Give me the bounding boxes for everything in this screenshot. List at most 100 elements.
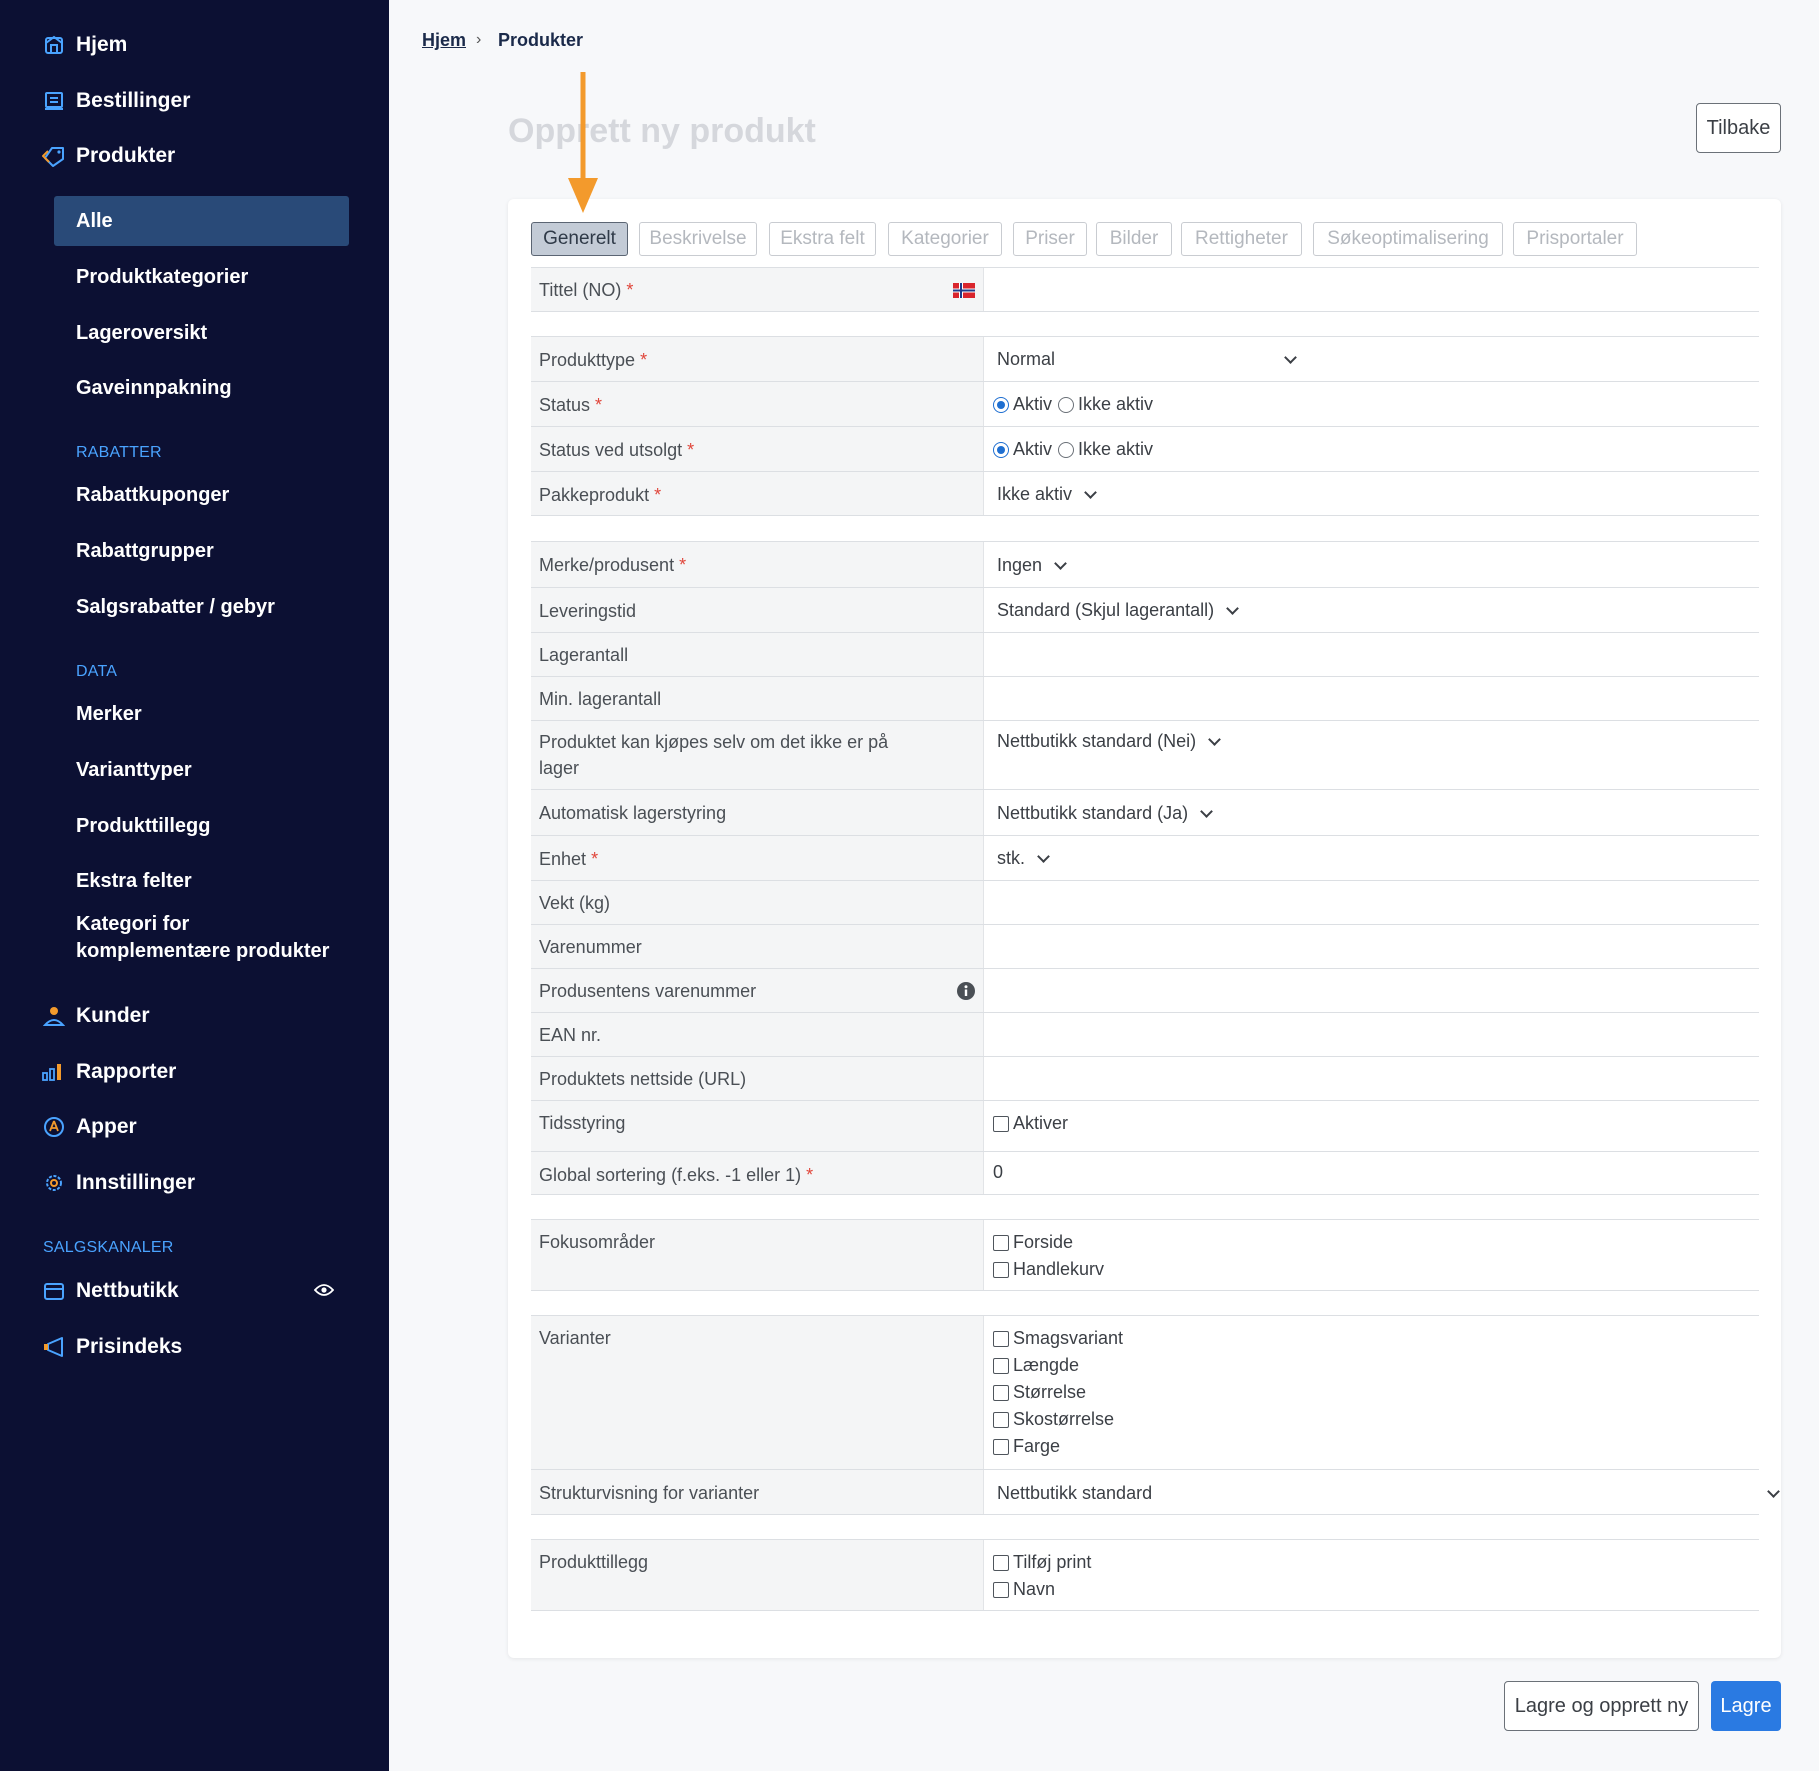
flag-norway-icon[interactable] <box>953 283 975 298</box>
title-input[interactable] <box>995 268 1759 312</box>
nav-bestillinger[interactable]: Bestillinger <box>0 86 389 116</box>
row-label-cell: Merke/produsent * <box>531 542 984 587</box>
vekt-input[interactable] <box>995 881 1759 924</box>
save-and-create-new-button[interactable]: Lagre og opprett ny <box>1504 1681 1699 1731</box>
ean-input[interactable] <box>995 1013 1759 1056</box>
nav-hjem[interactable]: Hjem <box>0 30 389 60</box>
tidsstyring-checkbox[interactable] <box>993 1115 1009 1132</box>
utsolgt-aktiv-radio[interactable] <box>993 441 1009 458</box>
tab-rettigheter[interactable]: Rettigheter <box>1181 222 1302 256</box>
nav-apper[interactable]: Apper <box>0 1112 389 1142</box>
eye-icon[interactable] <box>313 1279 335 1303</box>
save-button[interactable]: Lagre <box>1711 1681 1781 1731</box>
checkbox[interactable] <box>993 1330 1009 1347</box>
chevron-down-icon <box>1226 601 1239 615</box>
nav-sub-rabattgrupper[interactable]: Rabattgrupper <box>76 540 214 563</box>
variant-option-farge[interactable]: Farge <box>993 1436 1060 1457</box>
checkbox-label: Smagsvariant <box>1013 1328 1124 1348</box>
produsentens-varenummer-input[interactable] <box>995 969 1759 1012</box>
tab-generelt[interactable]: Generelt <box>531 222 628 256</box>
utsolgt-ikke-aktiv-radio[interactable] <box>1058 441 1075 458</box>
chevron-down-icon <box>1054 556 1067 570</box>
nav-produkter[interactable]: Produkter <box>0 141 389 171</box>
merke-select[interactable]: Ingen <box>997 555 1067 576</box>
min-lagerantall-input[interactable] <box>995 677 1759 720</box>
fokus-option-forside[interactable]: Forside <box>993 1232 1073 1253</box>
row-leveringstid: Leveringstid Standard (Skjul lagerantall… <box>531 587 1759 632</box>
checkbox[interactable] <box>993 1581 1009 1598</box>
varenummer-input[interactable] <box>995 925 1759 968</box>
tab-prisportaler[interactable]: Prisportaler <box>1513 222 1637 256</box>
nav-sub-kategori-komplementaere[interactable]: Kategori for komplementære produkter <box>76 913 329 963</box>
variant-option-skostorrelse[interactable]: Skostørrelse <box>993 1409 1114 1430</box>
field-label: Fokusområder <box>539 1232 656 1252</box>
checkbox[interactable] <box>993 1438 1009 1455</box>
kjopes-select[interactable]: Nettbutikk standard (Nei) <box>997 731 1221 752</box>
variant-option-smagsvariant[interactable]: Smagsvariant <box>993 1328 1123 1349</box>
row-produkttype: Produkttype * Normal <box>531 336 1759 381</box>
home-icon <box>42 33 66 57</box>
breadcrumb-home[interactable]: Hjem <box>422 30 466 51</box>
nav-label: Innstillinger <box>76 1171 196 1194</box>
info-icon[interactable] <box>956 981 976 1006</box>
checkbox[interactable] <box>993 1384 1009 1401</box>
section-data: DATA <box>76 663 118 680</box>
nav-sub-alle[interactable]: Alle <box>76 210 113 233</box>
nav-innstillinger[interactable]: Innstillinger <box>0 1168 389 1198</box>
arrow-down-icon <box>568 72 598 213</box>
tillegg-option-print[interactable]: Tilføj print <box>993 1552 1091 1573</box>
lagerantall-input[interactable] <box>995 633 1759 676</box>
auto-lagerstyring-select[interactable]: Nettbutikk standard (Ja) <box>997 803 1213 824</box>
tidsstyring-option[interactable]: Aktiver <box>993 1113 1068 1134</box>
status-ikke-aktiv-radio[interactable] <box>1058 396 1075 413</box>
row-global-sortering: Global sortering (f.eks. -1 eller 1) * 0 <box>531 1151 1759 1195</box>
row-label-cell: Status ved utsolgt * <box>531 427 984 471</box>
nav-sub-gaveinnpakning[interactable]: Gaveinnpakning <box>76 377 232 400</box>
checkbox-label: Tilføj print <box>1013 1552 1092 1572</box>
nav-sub-rabattkuponger[interactable]: Rabattkuponger <box>76 484 229 507</box>
nav-sub-merker[interactable]: Merker <box>76 703 142 726</box>
tab-kategorier[interactable]: Kategorier <box>888 222 1002 256</box>
checkbox[interactable] <box>993 1357 1009 1374</box>
fokus-option-handlekurv[interactable]: Handlekurv <box>993 1259 1104 1280</box>
checkbox-label: Handlekurv <box>1013 1259 1105 1279</box>
nav-sub-varianttyper[interactable]: Varianttyper <box>76 759 192 782</box>
nav-sub-ekstra-felter[interactable]: Ekstra felter <box>76 870 192 893</box>
row-kjopes-uten-lager: Produktet kan kjøpes selv om det ikke er… <box>531 720 1759 789</box>
row-status-utsolgt: Status ved utsolgt * Aktiv Ikke aktiv <box>531 426 1759 471</box>
nav-nettbutikk[interactable]: Nettbutikk <box>0 1276 389 1306</box>
checkbox[interactable] <box>993 1234 1009 1251</box>
produkttype-select[interactable]: Normal <box>997 349 1299 370</box>
tab-sokeoptimalisering[interactable]: Søkeoptimalisering <box>1313 222 1503 256</box>
checkbox[interactable] <box>993 1554 1009 1571</box>
tab-beskrivelse[interactable]: Beskrivelse <box>639 222 757 256</box>
tab-priser[interactable]: Priser <box>1013 222 1087 256</box>
leveringstid-select[interactable]: Standard (Skjul lagerantall) <box>997 600 1239 621</box>
nav-sub-produkttillegg[interactable]: Produkttillegg <box>76 815 210 838</box>
back-button[interactable]: Tilbake <box>1696 103 1781 153</box>
nav-label: Rapporter <box>76 1060 177 1083</box>
nav-sub-salgsrabatter[interactable]: Salgsrabatter / gebyr <box>76 596 275 619</box>
field-label: Varenummer <box>539 937 642 957</box>
tab-bilder[interactable]: Bilder <box>1096 222 1172 256</box>
field-label: Enhet * <box>539 849 599 869</box>
nav-rapporter[interactable]: Rapporter <box>0 1057 389 1087</box>
tab-ekstra-felt[interactable]: Ekstra felt <box>769 222 876 256</box>
nav-kunder[interactable]: Kunder <box>0 1001 389 1031</box>
checkbox[interactable] <box>993 1261 1009 1278</box>
nav-label: Kunder <box>76 1004 150 1027</box>
variant-option-laengde[interactable]: Længde <box>993 1355 1079 1376</box>
enhet-select[interactable]: stk. <box>997 848 1050 869</box>
status-aktiv-radio[interactable] <box>993 396 1009 413</box>
nav-sub-produktkategorier[interactable]: Produktkategorier <box>76 266 248 289</box>
strukturvisning-select[interactable]: Nettbutikk standard <box>997 1483 1780 1504</box>
global-sortering-input[interactable]: 0 <box>993 1162 1003 1183</box>
variant-option-storrelse[interactable]: Størrelse <box>993 1382 1086 1403</box>
nav-prisindeks[interactable]: Prisindeks <box>0 1332 389 1362</box>
pakkeprodukt-select[interactable]: Ikke aktiv <box>997 484 1097 505</box>
row-merke: Merke/produsent * Ingen <box>531 541 1759 587</box>
nav-sub-lageroversikt[interactable]: Lageroversikt <box>76 322 207 345</box>
checkbox[interactable] <box>993 1411 1009 1428</box>
nettside-input[interactable] <box>995 1057 1759 1100</box>
tillegg-option-navn[interactable]: Navn <box>993 1579 1055 1600</box>
